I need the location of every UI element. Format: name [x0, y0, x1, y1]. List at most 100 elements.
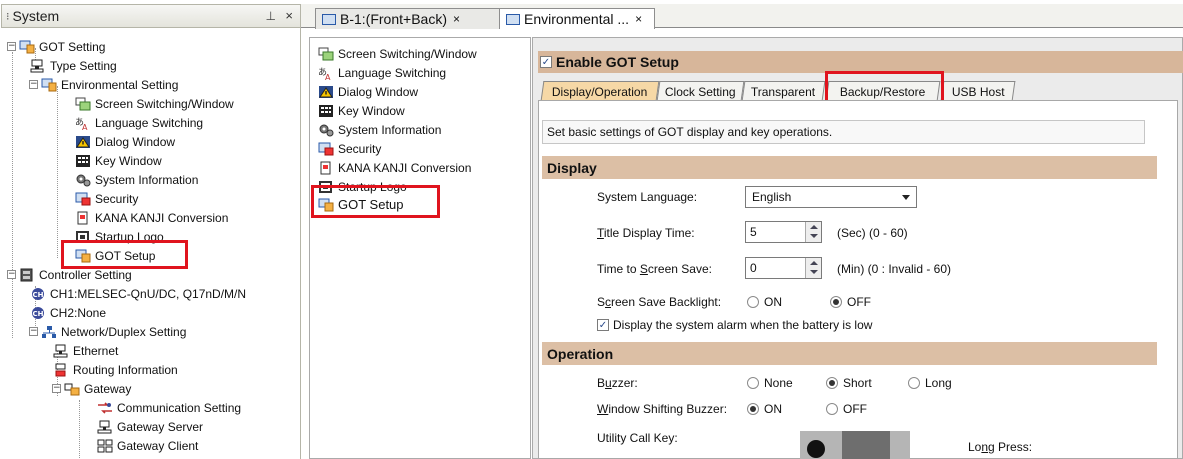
tree-label: Ethernet: [73, 343, 119, 358]
tree-item-got-setup[interactable]: GOT Setup: [75, 246, 155, 265]
buzzer-none-radio[interactable]: None: [747, 376, 793, 390]
nav-label: Language Switching: [338, 65, 447, 80]
tree-item-type-setting[interactable]: Type Setting: [30, 56, 117, 75]
utility-call-key-preview[interactable]: [800, 431, 910, 459]
tree-label: Controller Setting: [39, 267, 132, 282]
touch-point-icon: [807, 440, 825, 458]
tree-item-communication-setting[interactable]: Communication Setting: [97, 398, 241, 417]
tree-item-security[interactable]: Security: [75, 189, 138, 208]
screen-switching-icon: [318, 47, 334, 61]
backlight-on-radio[interactable]: ON: [747, 295, 782, 309]
tab-clock-setting[interactable]: Clock Setting: [656, 81, 745, 101]
tab-label: USB Host: [951, 84, 1005, 99]
tree-item-gateway[interactable]: − Gateway: [52, 379, 131, 398]
tree-item-language-switching[interactable]: あA Language Switching: [75, 113, 203, 132]
pin-icon[interactable]: ⊥: [266, 9, 276, 23]
close-icon[interactable]: ×: [453, 12, 460, 26]
buzzer-long-radio[interactable]: Long: [908, 376, 952, 390]
buzzer-short-radio[interactable]: Short: [826, 376, 872, 390]
display-section-header: Display: [542, 156, 1157, 179]
enable-got-setup[interactable]: ✓ Enable GOT Setup: [538, 51, 1183, 73]
tree-item-kana-kanji[interactable]: KANA KANJI Conversion: [75, 208, 228, 227]
tab-label: Clock Setting: [665, 84, 736, 99]
battery-alarm-checkbox-row[interactable]: ✓ Display the system alarm when the batt…: [597, 318, 872, 332]
got-setting-icon: [19, 40, 35, 54]
close-icon[interactable]: ×: [635, 12, 642, 26]
nav-item-system-information[interactable]: System Information: [318, 120, 441, 139]
time-to-screen-save-stepper[interactable]: 0: [745, 257, 822, 279]
tree-item-key-window[interactable]: Key Window: [75, 151, 162, 170]
enable-got-setup-checkbox[interactable]: ✓: [540, 56, 552, 68]
battery-alarm-checkbox[interactable]: ✓: [597, 319, 609, 331]
tree-item-gateway-server[interactable]: Gateway Server: [97, 417, 203, 436]
tab-usb-host[interactable]: USB Host: [940, 81, 1016, 101]
type-setting-icon: [30, 59, 46, 73]
collapse-icon[interactable]: −: [7, 42, 16, 51]
system-panel-title: System: [12, 8, 60, 24]
title-display-time-label: Title Display Time:: [597, 226, 695, 240]
tab-front-back[interactable]: B-1:(Front+Back) ×: [315, 8, 501, 29]
svg-text:A: A: [325, 73, 331, 80]
tree-item-ethernet[interactable]: Ethernet: [53, 341, 118, 360]
warning-icon: [318, 85, 334, 99]
tree-item-ch2[interactable]: CH CH2:None: [30, 303, 106, 322]
tree-item-ch1[interactable]: CH CH1:MELSEC-QnU/DC, Q17nD/M/N: [30, 284, 246, 303]
svg-text:A: A: [82, 123, 88, 130]
close-icon[interactable]: ×: [285, 8, 293, 23]
window-buzzer-off-radio[interactable]: OFF: [826, 402, 867, 416]
tree-item-environmental-setting[interactable]: − Environmental Setting: [29, 75, 178, 94]
nav-item-startup-logo[interactable]: Startup Logo: [318, 177, 407, 196]
security-icon: [318, 142, 334, 156]
nav-item-language-switching[interactable]: あA Language Switching: [318, 63, 446, 82]
nav-item-screen-switching[interactable]: Screen Switching/Window: [318, 44, 477, 63]
backlight-off-radio[interactable]: OFF: [830, 295, 871, 309]
tree-line: [12, 278, 13, 338]
tree-item-routing-information[interactable]: Routing Information: [53, 360, 178, 379]
tab-transparent[interactable]: Transparent: [741, 81, 826, 101]
tree-line: [57, 86, 58, 258]
nav-item-security[interactable]: Security: [318, 139, 381, 158]
environmental-tab-icon: [506, 13, 520, 25]
tab-environmental[interactable]: Environmental ... ×: [499, 8, 655, 29]
warning-icon: [75, 135, 91, 149]
nav-label: GOT Setup: [338, 197, 404, 212]
tree-item-network-duplex[interactable]: − Network/Duplex Setting: [29, 322, 186, 341]
key-preview-shade: [842, 431, 890, 459]
system-language-select[interactable]: English: [745, 186, 917, 208]
language-switching-icon: あA: [318, 66, 334, 82]
collapse-icon[interactable]: −: [29, 327, 38, 336]
title-display-time-stepper[interactable]: 5: [745, 221, 822, 243]
nav-label: Startup Logo: [338, 179, 407, 194]
nav-label: KANA KANJI Conversion: [338, 160, 472, 175]
system-panel-header: ⁝ System ⊥ ×: [1, 4, 301, 28]
tree-label: Environmental Setting: [61, 77, 179, 92]
tree-item-gateway-client[interactable]: Gateway Client: [97, 436, 198, 455]
tree-item-startup-logo[interactable]: Startup Logo: [75, 227, 164, 246]
tab-backup-restore[interactable]: Backup/Restore: [825, 81, 941, 101]
collapse-icon[interactable]: −: [52, 384, 61, 393]
nav-item-key-window[interactable]: Key Window: [318, 101, 405, 120]
collapse-icon[interactable]: −: [7, 270, 16, 279]
tree-item-got-setting[interactable]: − GOT Setting: [7, 37, 105, 56]
svg-text:CH: CH: [33, 310, 44, 318]
tree-item-screen-switching[interactable]: Screen Switching/Window: [75, 94, 234, 113]
tree-item-dialog-window[interactable]: Dialog Window: [75, 132, 175, 151]
nav-item-got-setup[interactable]: GOT Setup: [318, 195, 404, 214]
tab-display-operation[interactable]: Display/Operation: [540, 81, 660, 101]
window-buzzer-on-radio[interactable]: ON: [747, 402, 782, 416]
tree-item-system-information[interactable]: System Information: [75, 170, 198, 189]
routing-icon: [53, 363, 69, 377]
spinner-icon[interactable]: [805, 258, 821, 278]
buzzer-label: Buzzer:: [597, 376, 638, 390]
nav-label: Key Window: [338, 103, 405, 118]
collapse-icon[interactable]: −: [29, 80, 38, 89]
svg-text:CH: CH: [33, 291, 44, 299]
nav-item-dialog-window[interactable]: Dialog Window: [318, 82, 418, 101]
radio-selected-icon: [830, 296, 842, 308]
got-setup-icon: [318, 198, 334, 212]
nav-item-kana-kanji[interactable]: KANA KANJI Conversion: [318, 158, 471, 177]
server-icon: [97, 420, 113, 434]
tree-label: Startup Logo: [95, 229, 164, 244]
spinner-icon[interactable]: [805, 222, 821, 242]
tree-item-controller-setting[interactable]: − Controller Setting: [7, 265, 132, 284]
